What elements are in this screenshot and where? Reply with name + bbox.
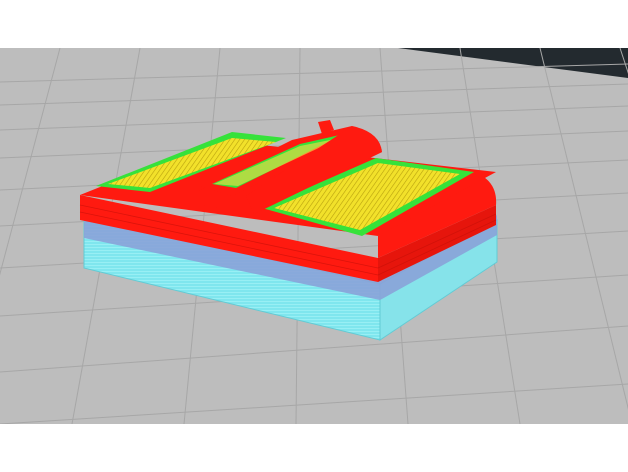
3d-viewport[interactable] xyxy=(0,48,628,424)
letterbox-bottom xyxy=(0,424,628,472)
letterbox-top xyxy=(0,0,628,48)
